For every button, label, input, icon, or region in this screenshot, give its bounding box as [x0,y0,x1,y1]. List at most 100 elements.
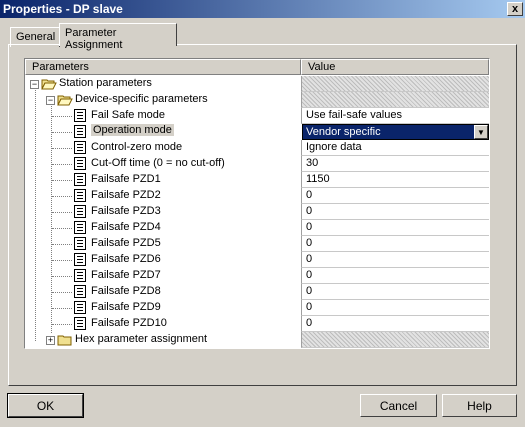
collapse-device-icon[interactable]: − [46,96,55,105]
help-button-label: Help [467,399,492,413]
param-value-cell[interactable]: Use fail-safe values [301,108,489,124]
tree-line [52,132,72,133]
param-label: Failsafe PZD2 [91,189,161,201]
param-row[interactable]: Fail Safe mode Use fail-safe values [25,108,489,124]
tab-general-label: General [16,31,56,43]
param-row[interactable]: Operation mode Vendor specific ▼ [25,124,489,140]
tree-line [52,324,72,325]
parameter-icon [74,205,86,218]
param-value-cell[interactable]: 0 [301,316,489,332]
param-row[interactable]: Failsafe PZD6 0 [25,252,489,268]
parameter-grid: Parameters Value − Station parameters − Dev… [24,58,490,349]
param-row[interactable]: Cut-Off time (0 = no cut-off) 30 [25,156,489,172]
column-header-parameters-label: Parameters [32,61,89,73]
param-value-cell[interactable]: 1150 [301,172,489,188]
param-row[interactable]: Failsafe PZD7 0 [25,268,489,284]
param-value-cell[interactable]: 30 [301,156,489,172]
param-row[interactable]: Failsafe PZD2 0 [25,188,489,204]
close-icon: x [511,3,519,15]
tree-line [52,244,72,245]
column-header-parameters[interactable]: Parameters [25,59,301,75]
tree-line [52,212,72,213]
param-value-cell[interactable]: 0 [301,268,489,284]
tree-line [52,164,72,165]
close-button[interactable]: x [507,2,523,16]
parameter-icon [74,125,86,138]
window-titlebar: Properties - DP slave x [0,0,525,18]
parameter-icon [74,253,86,266]
tree-line [52,228,72,229]
param-label: Failsafe PZD5 [91,237,161,249]
param-label: Failsafe PZD4 [91,221,161,233]
param-value-cell[interactable]: 0 [301,204,489,220]
value-cell-empty [301,332,489,348]
window-title: Properties - DP slave [3,2,123,16]
param-label: Operation mode [91,124,174,136]
cancel-button[interactable]: Cancel [360,394,437,417]
hex-parameter-label: Hex parameter assignment [75,333,208,345]
parameter-icon [74,189,86,202]
parameter-icon [74,173,86,186]
expand-hex-icon[interactable]: + [46,336,55,345]
cancel-button-label: Cancel [379,399,418,413]
param-row[interactable]: Control-zero mode Ignore data [25,140,489,156]
folder-icon [57,333,73,347]
param-value-cell[interactable]: Ignore data [301,140,489,156]
parameter-icon [74,285,86,298]
tree-node-device-specific[interactable]: − Device-specific parameters [25,92,489,108]
param-row[interactable]: Failsafe PZD1 1150 [25,172,489,188]
param-label: Control-zero mode [91,141,183,153]
tree-line [52,292,72,293]
operation-mode-select[interactable]: Vendor specific ▼ [302,124,489,140]
parameter-icon [74,301,86,314]
tab-parameter-assignment-label: Parameter Assignment [65,27,123,51]
tree-line [52,196,72,197]
tree-node-hex-parameter[interactable]: + Hex parameter assignment [25,332,489,348]
param-label: Failsafe PZD7 [91,269,161,281]
operation-mode-select-value: Vendor specific [306,126,381,138]
help-button[interactable]: Help [442,394,517,417]
chevron-down-icon[interactable]: ▼ [474,125,488,139]
param-value-cell[interactable]: 0 [301,300,489,316]
param-label: Cut-Off time (0 = no cut-off) [91,157,225,169]
param-row[interactable]: Failsafe PZD8 0 [25,284,489,300]
tree-line [52,308,72,309]
param-value-cell[interactable]: 0 [301,252,489,268]
tree-line [52,180,72,181]
param-row[interactable]: Failsafe PZD10 0 [25,316,489,332]
param-label: Failsafe PZD9 [91,301,161,313]
parameter-icon [74,109,86,122]
param-value-cell[interactable]: 0 [301,188,489,204]
folder-open-icon [41,77,57,91]
column-header-value-label: Value [308,61,336,73]
column-header-value[interactable]: Value [301,59,489,75]
folder-open-icon [57,93,73,107]
param-row[interactable]: Failsafe PZD5 0 [25,236,489,252]
param-row[interactable]: Failsafe PZD9 0 [25,300,489,316]
tab-parameter-assignment[interactable]: Parameter Assignment [59,23,177,51]
tree-line [52,260,72,261]
value-cell-empty [301,92,489,108]
tree-node-station-parameters[interactable]: − Station parameters [25,76,489,92]
param-label: Failsafe PZD10 [91,317,167,329]
parameter-icon [74,141,86,154]
param-row[interactable]: Failsafe PZD4 0 [25,220,489,236]
ok-button[interactable]: OK [7,393,84,418]
param-value-cell[interactable]: 0 [301,220,489,236]
parameter-icon [74,157,86,170]
param-label: Failsafe PZD6 [91,253,161,265]
collapse-station-icon[interactable]: − [30,80,39,89]
param-label: Failsafe PZD8 [91,285,161,297]
value-cell-empty [301,76,489,92]
param-label: Failsafe PZD1 [91,173,161,185]
parameter-icon [74,317,86,330]
tree-line [52,276,72,277]
param-value-cell[interactable]: 0 [301,236,489,252]
param-value-cell[interactable]: 0 [301,284,489,300]
parameter-icon [74,237,86,250]
param-label: Failsafe PZD3 [91,205,161,217]
parameter-icon [74,269,86,282]
ok-button-label: OK [36,399,55,413]
param-row[interactable]: Failsafe PZD3 0 [25,204,489,220]
station-parameters-label: Station parameters [59,77,152,89]
